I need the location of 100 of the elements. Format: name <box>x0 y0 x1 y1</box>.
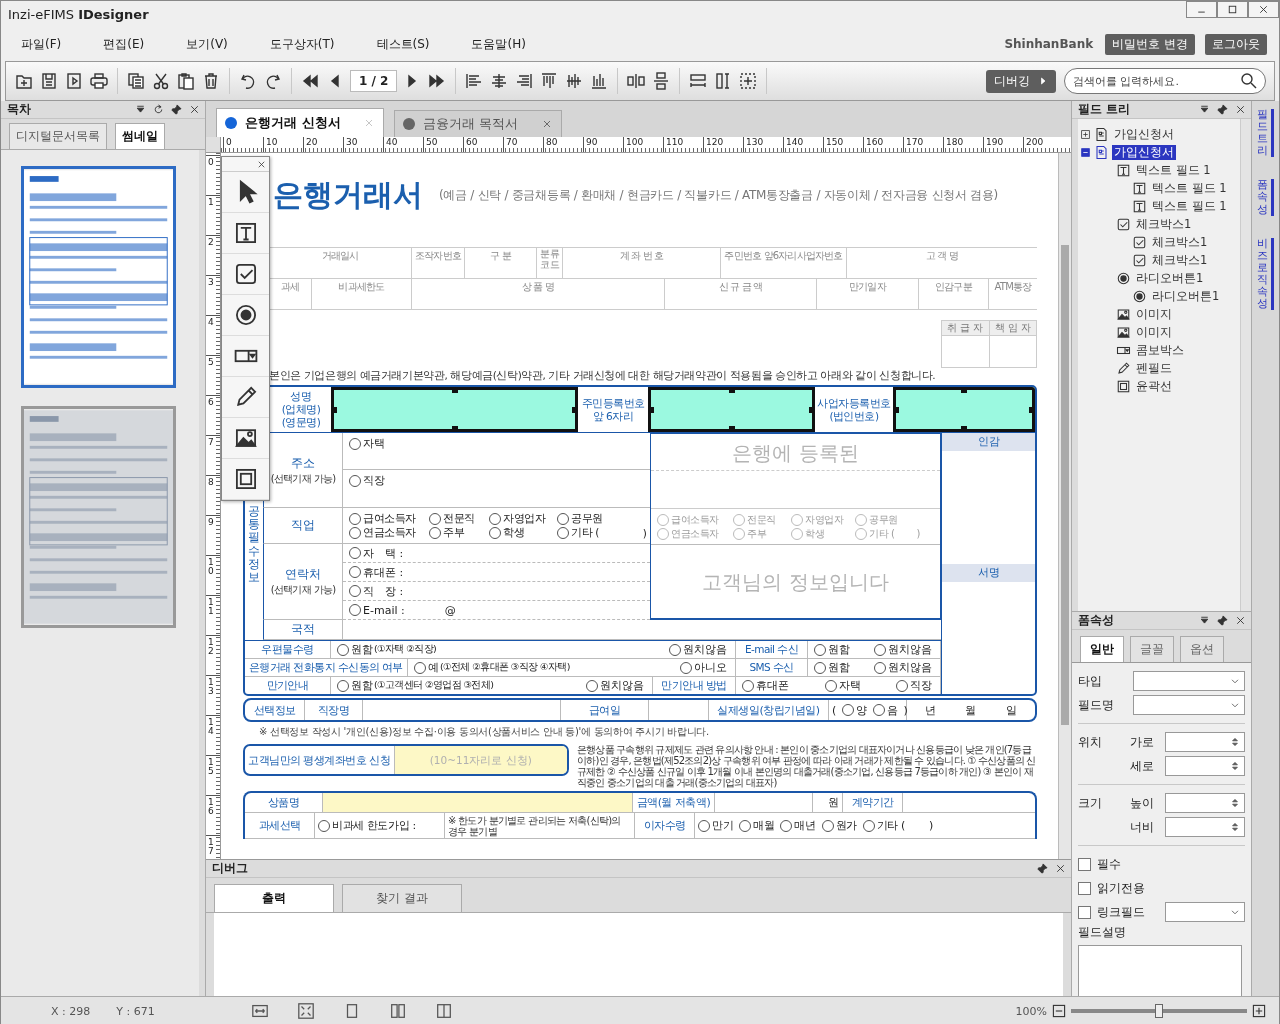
close-icon[interactable] <box>541 118 553 130</box>
checkbox[interactable]: 링크필드 <box>1078 903 1145 921</box>
radio-button[interactable]: 아니오 <box>680 660 727 675</box>
radio-button[interactable]: 직 장 : <box>349 583 404 599</box>
menu-item[interactable]: 파일(F) <box>21 35 62 53</box>
spinner-icon[interactable] <box>1229 736 1241 748</box>
search-icon[interactable] <box>1239 71 1259 91</box>
panel-tab[interactable]: 찾기 결과 <box>342 884 462 912</box>
columns-icon[interactable] <box>434 1002 453 1020</box>
page-thumbnail[interactable] <box>21 406 176 628</box>
radio-button[interactable]: 주부 <box>429 525 489 540</box>
radio-button[interactable]: 매월 <box>739 818 775 833</box>
radio-button[interactable]: 전문직 <box>429 511 489 526</box>
radio-button[interactable]: 원가 <box>821 818 857 833</box>
tree-item[interactable]: 가입신청서 <box>1112 144 1176 160</box>
radio-button[interactable]: 양 <box>842 702 867 718</box>
tree-item[interactable]: 텍스트 필드 1 <box>1150 198 1229 214</box>
radio-button[interactable]: 원함 <box>814 642 850 657</box>
dropdown-icon[interactable] <box>1198 614 1211 627</box>
menu-item[interactable]: 보기(V) <box>186 35 228 53</box>
tree-item[interactable]: 이미지 <box>1134 306 1174 322</box>
center-icon[interactable] <box>738 71 759 91</box>
close-icon[interactable] <box>256 159 267 170</box>
fit-width-icon[interactable] <box>250 1002 269 1020</box>
form-field[interactable] <box>893 387 1035 432</box>
spinner-icon[interactable] <box>1229 797 1241 809</box>
fit-page-icon[interactable] <box>296 1002 315 1020</box>
checkbox[interactable]: 읽기전용 <box>1078 879 1145 897</box>
spinner-icon[interactable] <box>1229 821 1241 833</box>
document-tab[interactable]: 금융거래 목적서 <box>394 110 562 137</box>
panel-tab[interactable]: 디지털문서목록 <box>9 123 107 149</box>
two-page-icon[interactable] <box>388 1002 407 1020</box>
spin-field[interactable] <box>1165 732 1245 752</box>
print-icon[interactable] <box>89 71 109 91</box>
menu-item[interactable]: 편집(E) <box>103 35 145 53</box>
spinner-icon[interactable] <box>1229 760 1241 772</box>
pin-icon[interactable] <box>1216 614 1229 627</box>
tree-item[interactable]: 가입신청서 <box>1112 126 1176 142</box>
panel-tab[interactable]: 일반 <box>1080 636 1124 662</box>
pin-icon[interactable] <box>170 103 183 116</box>
tree-item[interactable]: 체크박스1 <box>1150 234 1210 250</box>
checkbox[interactable]: 필수 <box>1078 855 1121 873</box>
page-thumbnail[interactable] <box>21 166 176 388</box>
account-button[interactable]: 로그아웃 <box>1205 33 1267 55</box>
slider-thumb[interactable] <box>1155 1004 1163 1018</box>
dropdown-field[interactable] <box>1165 902 1245 922</box>
account-button[interactable]: 비밀번호 변경 <box>1105 33 1195 55</box>
zoom-in-icon[interactable] <box>1251 1003 1267 1019</box>
radio-button[interactable]: 학생 <box>489 525 557 540</box>
radio-button[interactable]: E-mail : @ <box>349 603 456 617</box>
radio-button[interactable]: 기타 ( ) <box>862 818 933 833</box>
form-field[interactable] <box>331 387 578 432</box>
close-icon[interactable] <box>1234 614 1247 627</box>
radio-button[interactable]: 직장 <box>896 678 932 693</box>
radio-button[interactable]: 기타 ( ) <box>557 525 650 540</box>
pin-icon[interactable] <box>1216 103 1229 116</box>
scrollbar[interactable] <box>1058 153 1071 859</box>
paste-icon[interactable] <box>176 71 196 91</box>
radio-button[interactable]: 자영업자 <box>489 511 557 526</box>
tree-item[interactable]: 텍스트 필드 1 <box>1150 180 1229 196</box>
document-tab[interactable]: 은행거래 신청서 <box>216 108 384 137</box>
radio-button[interactable]: 급여소득자 <box>349 511 429 526</box>
menu-item[interactable]: 테스트(S) <box>376 35 430 53</box>
menu-item[interactable]: 도움말(H) <box>471 35 526 53</box>
menu-item[interactable]: 도구상자(T) <box>269 35 335 53</box>
input-field[interactable] <box>323 793 633 812</box>
form-field[interactable] <box>648 387 815 432</box>
tree-item[interactable]: 윤곽선 <box>1134 378 1174 394</box>
zoom-out-icon[interactable] <box>1051 1003 1067 1019</box>
radio-button[interactable]: 만기 <box>698 818 734 833</box>
radio-button[interactable]: 매년 <box>780 818 816 833</box>
radio-button[interactable]: 비과세 한도가입 : <box>318 818 416 833</box>
side-tab[interactable]: 폼속성 <box>1257 179 1274 216</box>
spin-field[interactable] <box>1165 756 1245 776</box>
close-icon[interactable] <box>1054 862 1067 875</box>
radio-button[interactable]: 원치않음 <box>669 642 727 657</box>
radio-button[interactable]: 원치않음 <box>586 678 644 693</box>
side-tab[interactable]: 비즈로직 속성 <box>1257 237 1274 311</box>
close-icon[interactable] <box>188 103 201 116</box>
dropdown-icon[interactable] <box>1198 103 1211 116</box>
tree-item[interactable]: 체크박스1 <box>1134 216 1194 232</box>
radio-button[interactable]: 원치않음 <box>874 642 932 657</box>
radio-button[interactable]: 휴대폰 <box>742 678 789 693</box>
minimize-icon[interactable] <box>1186 1 1217 18</box>
tree-item[interactable]: 라디오버튼1 <box>1134 270 1206 286</box>
collapse-icon[interactable] <box>1080 146 1091 158</box>
tree-item[interactable]: 텍스트 필드 1 <box>1134 162 1213 178</box>
close-icon[interactable] <box>1234 103 1247 116</box>
preview-icon[interactable] <box>64 71 84 91</box>
align-right-icon[interactable] <box>514 71 535 91</box>
radio-button[interactable]: 자택 <box>824 678 861 693</box>
scrollbar[interactable] <box>1240 119 1251 611</box>
panel-tab[interactable]: 출력 <box>214 884 334 912</box>
copy-icon[interactable] <box>126 71 146 91</box>
radio-button[interactable]: 원함 <box>814 660 850 675</box>
radio-button[interactable]: 공무원 <box>557 511 650 526</box>
panel-tab[interactable]: 글꼴 <box>1130 636 1174 662</box>
maximize-icon[interactable] <box>1217 1 1248 18</box>
radio-button[interactable]: 직장 <box>349 473 385 488</box>
dropdown-field[interactable] <box>1133 695 1245 715</box>
